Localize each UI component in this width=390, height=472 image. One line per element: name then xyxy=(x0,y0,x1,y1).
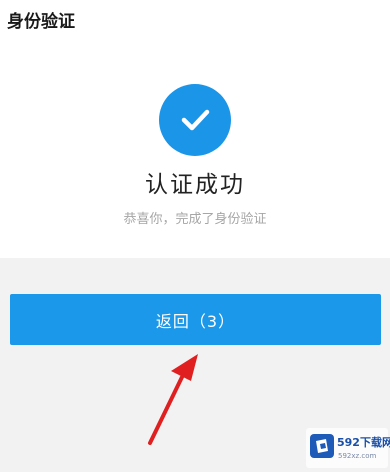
watermark-brand: 592下载网 xyxy=(337,436,390,449)
page-title: 身份验证 xyxy=(7,12,75,32)
success-title: 认证成功 xyxy=(145,172,245,198)
success-badge xyxy=(159,84,231,156)
watermark-logo-icon xyxy=(310,434,334,458)
return-button[interactable]: 返回（3） xyxy=(10,294,381,345)
success-subtitle: 恭喜你，完成了身份验证 xyxy=(123,212,267,227)
check-icon xyxy=(181,109,210,131)
result-panel: 身份验证 认证成功 恭喜你，完成了身份验证 xyxy=(0,0,390,258)
watermark-url: 592xz.com xyxy=(338,452,377,460)
watermark: 592下载网 592xz.com xyxy=(306,428,390,468)
